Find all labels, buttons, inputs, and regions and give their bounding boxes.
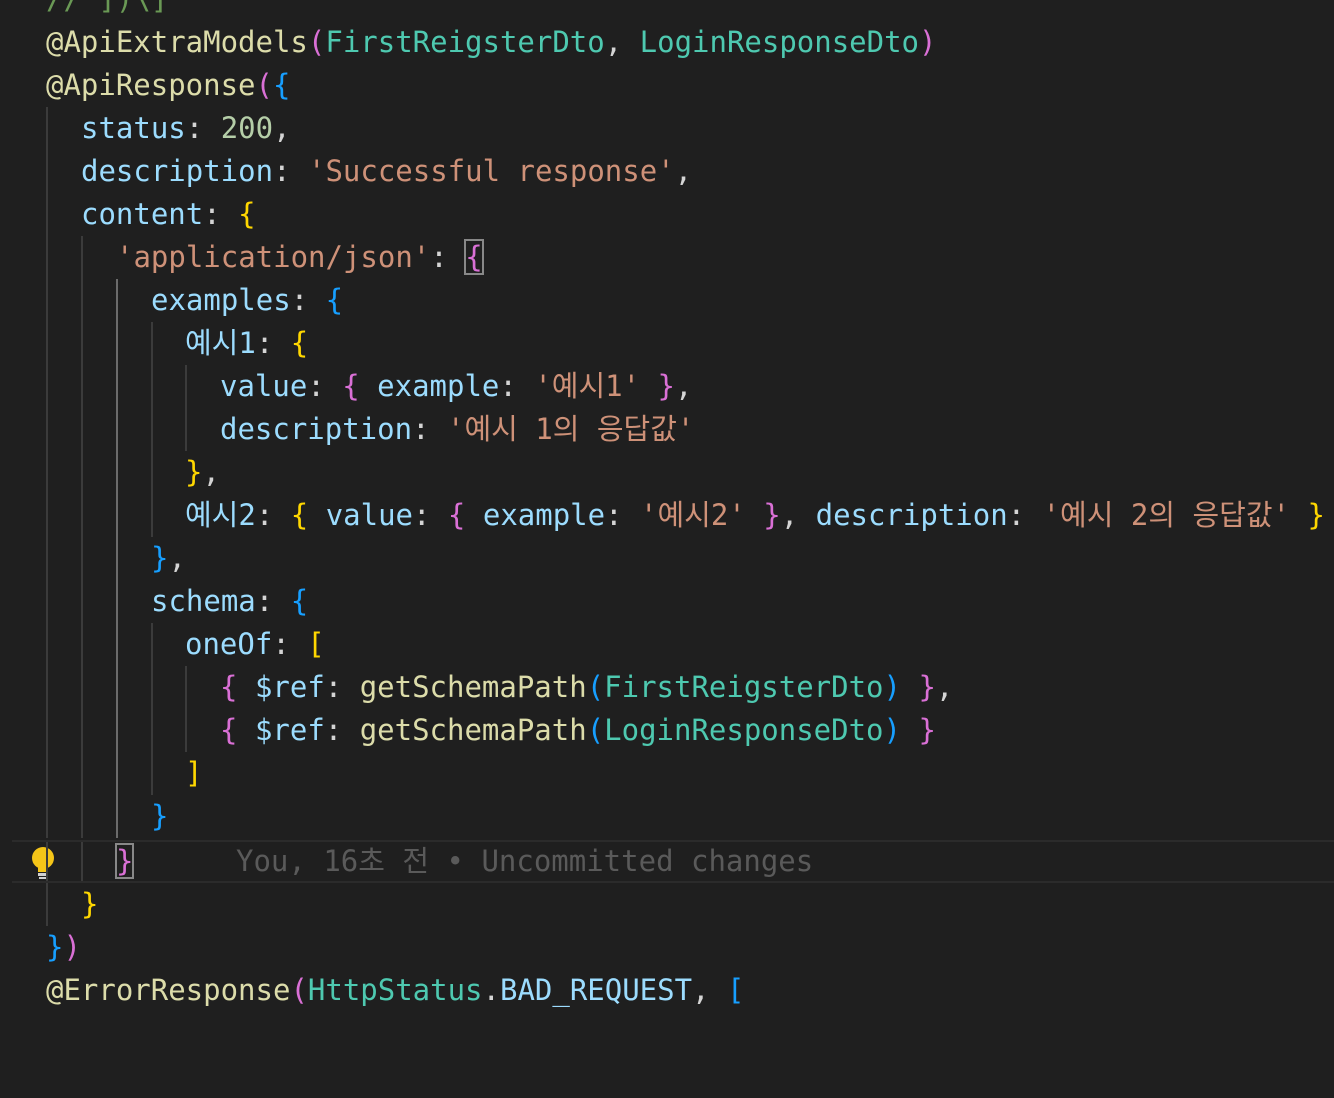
- code-line: @ApiExtraModels(FirstReigsterDto, LoginR…: [46, 25, 937, 59]
- code-line: }: [0, 795, 1334, 838]
- code-line: 예시2: { value: { example: '예시2' }, descri…: [0, 494, 1334, 537]
- property-token: value: [220, 369, 308, 403]
- code-line: // ])\]: [0, 0, 1334, 21]
- git-blame-annotation[interactable]: You, 16초 전 • Uncommitted changes: [236, 842, 813, 881]
- decorator-token: @ApiExtraModels: [46, 25, 308, 59]
- property-token: BAD_REQUEST: [499, 973, 693, 1007]
- property-token: value: [325, 498, 413, 532]
- function-token: getSchemaPath: [359, 670, 587, 704]
- code-line: examples: {: [0, 279, 1334, 322]
- code-editor[interactable]: // ])\] @ApiExtraModels(FirstReigsterDto…: [0, 0, 1334, 1007]
- code-line: description: 'Successful response',: [0, 150, 1334, 193]
- class-token: FirstReigsterDto: [325, 25, 605, 59]
- code-line: status: 200,: [0, 107, 1334, 150]
- property-token: schema: [151, 584, 256, 618]
- comment-token: // ])\]: [46, 0, 168, 16]
- property-token: description: [81, 154, 274, 188]
- property-token: examples: [151, 283, 291, 317]
- string-token: '예시 1의 응답값': [446, 412, 695, 446]
- code-line: }): [46, 930, 81, 964]
- lightbulb-icon[interactable]: [30, 846, 56, 880]
- string-token: '예시2': [640, 498, 746, 532]
- property-token: content: [81, 197, 204, 231]
- code-line: value: { example: '예시1' },: [0, 365, 1334, 408]
- property-token: example: [377, 369, 500, 403]
- class-token: HttpStatus: [307, 973, 483, 1007]
- property-token: 예시2: [185, 498, 256, 532]
- property-token: description: [220, 412, 413, 446]
- decorator-token: @ApiResponse: [46, 68, 256, 102]
- code-line: schema: {: [0, 580, 1334, 623]
- property-token: oneOf: [185, 627, 273, 661]
- blame-time: 16초 전: [323, 844, 430, 878]
- blame-separator: •: [446, 844, 464, 878]
- code-line: 예시1: {: [0, 322, 1334, 365]
- class-token: FirstReigsterDto: [604, 670, 884, 704]
- code-line: description: '예시 1의 응답값': [0, 408, 1334, 451]
- property-token: example: [482, 498, 606, 532]
- property-token: $ref: [254, 713, 325, 747]
- string-token: '예시 2의 응답값': [1042, 498, 1290, 532]
- bracket-match: }: [114, 843, 135, 879]
- class-token: LoginResponseDto: [604, 713, 884, 747]
- code-line: 'application/json': {: [0, 236, 1334, 279]
- bracket-match: {: [464, 239, 484, 275]
- code-line: @ErrorResponse(HttpStatus.BAD_REQUEST, [: [46, 973, 745, 1007]
- current-code-line[interactable]: } You, 16초 전 • Uncommitted changes: [12, 840, 1334, 883]
- blame-message: Uncommitted changes: [481, 844, 814, 878]
- string-token: 'application/json': [116, 240, 431, 274]
- property-token: 예시1: [185, 326, 256, 360]
- string-token: '예시1': [534, 369, 641, 403]
- property-token: status: [81, 111, 186, 145]
- class-token: LoginResponseDto: [639, 25, 920, 59]
- decorator-token: @ErrorResponse: [46, 973, 291, 1007]
- code-line: oneOf: [: [0, 623, 1334, 666]
- string-token: 'Successful response': [307, 154, 675, 188]
- code-line: },: [0, 537, 1334, 580]
- code-line: content: {: [0, 193, 1334, 236]
- code-line: { $ref: getSchemaPath(FirstReigsterDto) …: [0, 666, 1334, 709]
- property-token: description: [815, 498, 1008, 532]
- blame-author: You,: [236, 844, 306, 878]
- property-token: $ref: [254, 670, 325, 704]
- function-token: getSchemaPath: [359, 713, 587, 747]
- code-line: },: [0, 451, 1334, 494]
- code-line: @ApiResponse({: [46, 68, 291, 102]
- code-line: ]: [0, 752, 1334, 795]
- code-line: { $ref: getSchemaPath(LoginResponseDto) …: [0, 709, 1334, 752]
- number-token: 200: [220, 111, 274, 145]
- code-line: }: [0, 883, 1334, 926]
